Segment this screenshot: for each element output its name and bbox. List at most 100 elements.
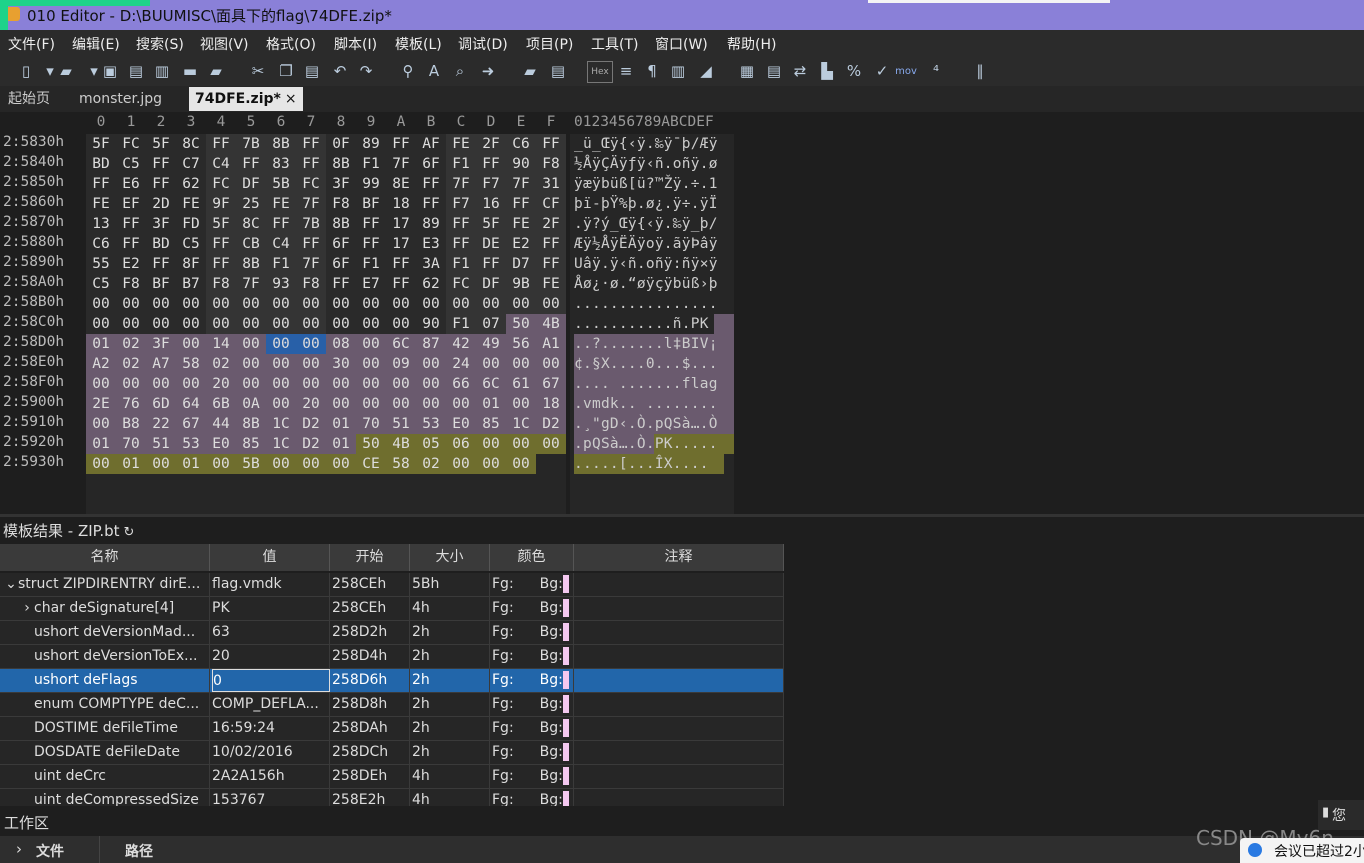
paragraph-icon[interactable]: ¶ [642, 61, 662, 81]
hex-byte[interactable]: 00 [416, 354, 446, 374]
hex-byte[interactable]: F1 [446, 254, 476, 274]
field-value[interactable]: 16:59:24 [212, 717, 330, 740]
hex-byte[interactable]: BD [86, 154, 116, 174]
hex-byte[interactable]: E0 [446, 414, 476, 434]
hex-byte[interactable]: 90 [506, 154, 536, 174]
hex-byte[interactable]: FE [176, 194, 206, 214]
hex-byte[interactable]: 85 [476, 414, 506, 434]
hex-byte[interactable]: 01 [86, 434, 116, 454]
tab-0[interactable]: 起始页 [2, 87, 56, 111]
hex-byte[interactable]: 05 [416, 434, 446, 454]
column-header-3[interactable]: 大小 [410, 544, 490, 571]
hex-byte[interactable]: 8B [236, 414, 266, 434]
calculator-icon[interactable]: ▦ [737, 61, 757, 81]
hex-byte[interactable]: 5F [86, 134, 116, 154]
hex-byte[interactable]: 22 [146, 414, 176, 434]
hex-byte[interactable]: 00 [326, 394, 356, 414]
folders-icon[interactable]: ▰ [206, 61, 226, 81]
hex-byte[interactable]: 02 [116, 334, 146, 354]
hex-byte[interactable]: 99 [356, 174, 386, 194]
hex-byte[interactable]: 01 [476, 394, 506, 414]
field-value[interactable]: 2A2A156h [212, 765, 330, 788]
hex-byte[interactable]: 6D [146, 394, 176, 414]
bg-color-swatch[interactable] [563, 695, 569, 713]
hex-byte[interactable]: 49 [476, 334, 506, 354]
hex-byte[interactable]: BF [356, 194, 386, 214]
mov-icon[interactable]: mov [896, 61, 916, 81]
hex-byte[interactable]: 6C [476, 374, 506, 394]
hex-byte[interactable]: FD [176, 214, 206, 234]
field-value[interactable]: 0 [212, 669, 330, 692]
hex-byte[interactable]: 64 [176, 394, 206, 414]
template-row[interactable]: › char deSignature[4] PK 258CEh 4h Fg: Bg: [0, 597, 784, 621]
hex-byte[interactable]: 8B [266, 134, 296, 154]
column-header-1[interactable]: 值 [210, 544, 330, 571]
hex-byte[interactable]: 00 [176, 294, 206, 314]
hex-byte[interactable]: 00 [356, 294, 386, 314]
highlight-icon[interactable]: ◢ [696, 61, 716, 81]
menu-item-9[interactable]: 工具(T) [591, 34, 638, 54]
hex-byte[interactable]: 5F [206, 214, 236, 234]
expand-chevron-icon[interactable]: › [20, 597, 34, 620]
hex-byte[interactable]: 00 [266, 334, 296, 354]
hex-byte[interactable]: 00 [206, 294, 236, 314]
hex-byte[interactable]: C4 [266, 234, 296, 254]
hex-byte[interactable]: C5 [116, 154, 146, 174]
hex-byte[interactable]: D2 [296, 434, 326, 454]
hex-byte[interactable]: 9F [206, 194, 236, 214]
hex-byte[interactable]: FF [146, 154, 176, 174]
hex-byte[interactable]: 00 [266, 374, 296, 394]
hex-byte[interactable]: 00 [116, 314, 146, 334]
hex-byte[interactable]: FF [536, 134, 566, 154]
hex-byte[interactable]: 00 [386, 374, 416, 394]
hex-byte[interactable]: 00 [476, 354, 506, 374]
hex-byte[interactable]: 8B [326, 214, 356, 234]
hex-byte[interactable]: FF [266, 214, 296, 234]
hex-byte[interactable]: FC [446, 274, 476, 294]
hex-byte[interactable]: 55 [86, 254, 116, 274]
hex-byte[interactable]: 00 [476, 454, 506, 474]
hex-byte[interactable]: 00 [326, 374, 356, 394]
hex-byte[interactable]: 20 [296, 394, 326, 414]
hex-byte[interactable]: F8 [116, 274, 146, 294]
hex-byte[interactable]: FF [296, 154, 326, 174]
hex-byte[interactable]: F7 [476, 174, 506, 194]
text-format-icon[interactable]: ≡ [616, 61, 636, 81]
hex-ascii[interactable]: .vmdk.. ........ [574, 394, 734, 414]
hex-byte[interactable]: FF [116, 234, 146, 254]
redo-icon[interactable]: ↷ [356, 61, 376, 81]
hex-byte[interactable]: 00 [266, 294, 296, 314]
bg-color-swatch[interactable] [563, 743, 569, 761]
tab-1[interactable]: monster.jpg [73, 87, 168, 111]
hex-byte[interactable]: 56 [506, 334, 536, 354]
hex-byte[interactable]: C6 [86, 234, 116, 254]
hex-byte[interactable]: C5 [86, 274, 116, 294]
save-icon[interactable]: ▣ [100, 61, 120, 81]
hex-ascii[interactable]: ½ÅÿÇÄÿƒÿ‹ñ.oñÿ.ø [574, 154, 734, 174]
template-row[interactable]: uint deCrc 2A2A156h 258DEh 4h Fg: Bg: [0, 765, 784, 789]
hex-byte[interactable]: 1C [266, 434, 296, 454]
hex-byte[interactable]: 00 [476, 434, 506, 454]
hex-byte[interactable]: 3A [416, 254, 446, 274]
hex-byte[interactable]: 00 [446, 454, 476, 474]
hex-byte[interactable]: BF [146, 274, 176, 294]
field-value[interactable]: flag.vmdk [212, 573, 330, 596]
hex-byte[interactable]: DF [476, 274, 506, 294]
hex-byte[interactable]: 51 [146, 434, 176, 454]
hex-byte[interactable]: 00 [266, 354, 296, 374]
hex-byte[interactable]: C4 [206, 154, 236, 174]
checksum-icon[interactable]: ✓ [872, 61, 892, 81]
compare-icon[interactable]: ▰ [520, 61, 540, 81]
hex-byte[interactable]: 17 [386, 214, 416, 234]
column-file[interactable]: 文件 [36, 841, 64, 861]
menu-item-1[interactable]: 编辑(E) [72, 34, 120, 54]
hex-byte[interactable]: 58 [386, 454, 416, 474]
hex-byte[interactable]: FF [446, 214, 476, 234]
hex-byte[interactable]: FF [476, 254, 506, 274]
hex-byte[interactable]: 00 [86, 294, 116, 314]
hex-byte[interactable]: 7F [236, 274, 266, 294]
hex-byte[interactable]: 6F [326, 234, 356, 254]
hex-byte[interactable]: A1 [536, 334, 566, 354]
hex-byte[interactable]: 00 [266, 394, 296, 414]
script-icon[interactable]: ▤ [548, 61, 568, 81]
